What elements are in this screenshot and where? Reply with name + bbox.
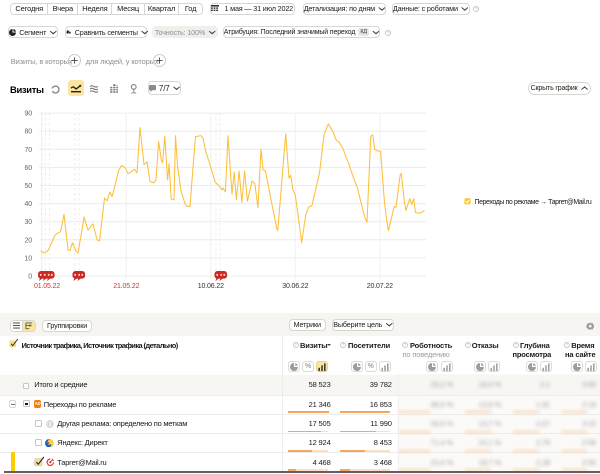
svg-text:10.06.22: 10.06.22 — [198, 283, 224, 290]
svg-text:20.07.22: 20.07.22 — [367, 283, 393, 290]
svg-text:0: 0 — [28, 274, 32, 281]
svg-text:Переходы по рекламе → Таргет@M: Переходы по рекламе → Таргет@Mail.ru — [475, 199, 592, 206]
svg-text:70: 70 — [25, 147, 33, 154]
svg-text:60: 60 — [25, 165, 33, 172]
svg-text:50: 50 — [25, 183, 33, 190]
svg-text:80: 80 — [25, 129, 33, 136]
svg-text:90: 90 — [25, 111, 33, 118]
svg-text:30: 30 — [25, 219, 33, 226]
svg-text:30.06.22: 30.06.22 — [282, 283, 308, 290]
svg-text:20: 20 — [25, 237, 33, 244]
svg-text:10: 10 — [25, 255, 33, 262]
svg-text:40: 40 — [25, 201, 33, 208]
svg-text:21.05.22: 21.05.22 — [113, 283, 139, 290]
svg-text:01.05.22: 01.05.22 — [34, 283, 60, 290]
